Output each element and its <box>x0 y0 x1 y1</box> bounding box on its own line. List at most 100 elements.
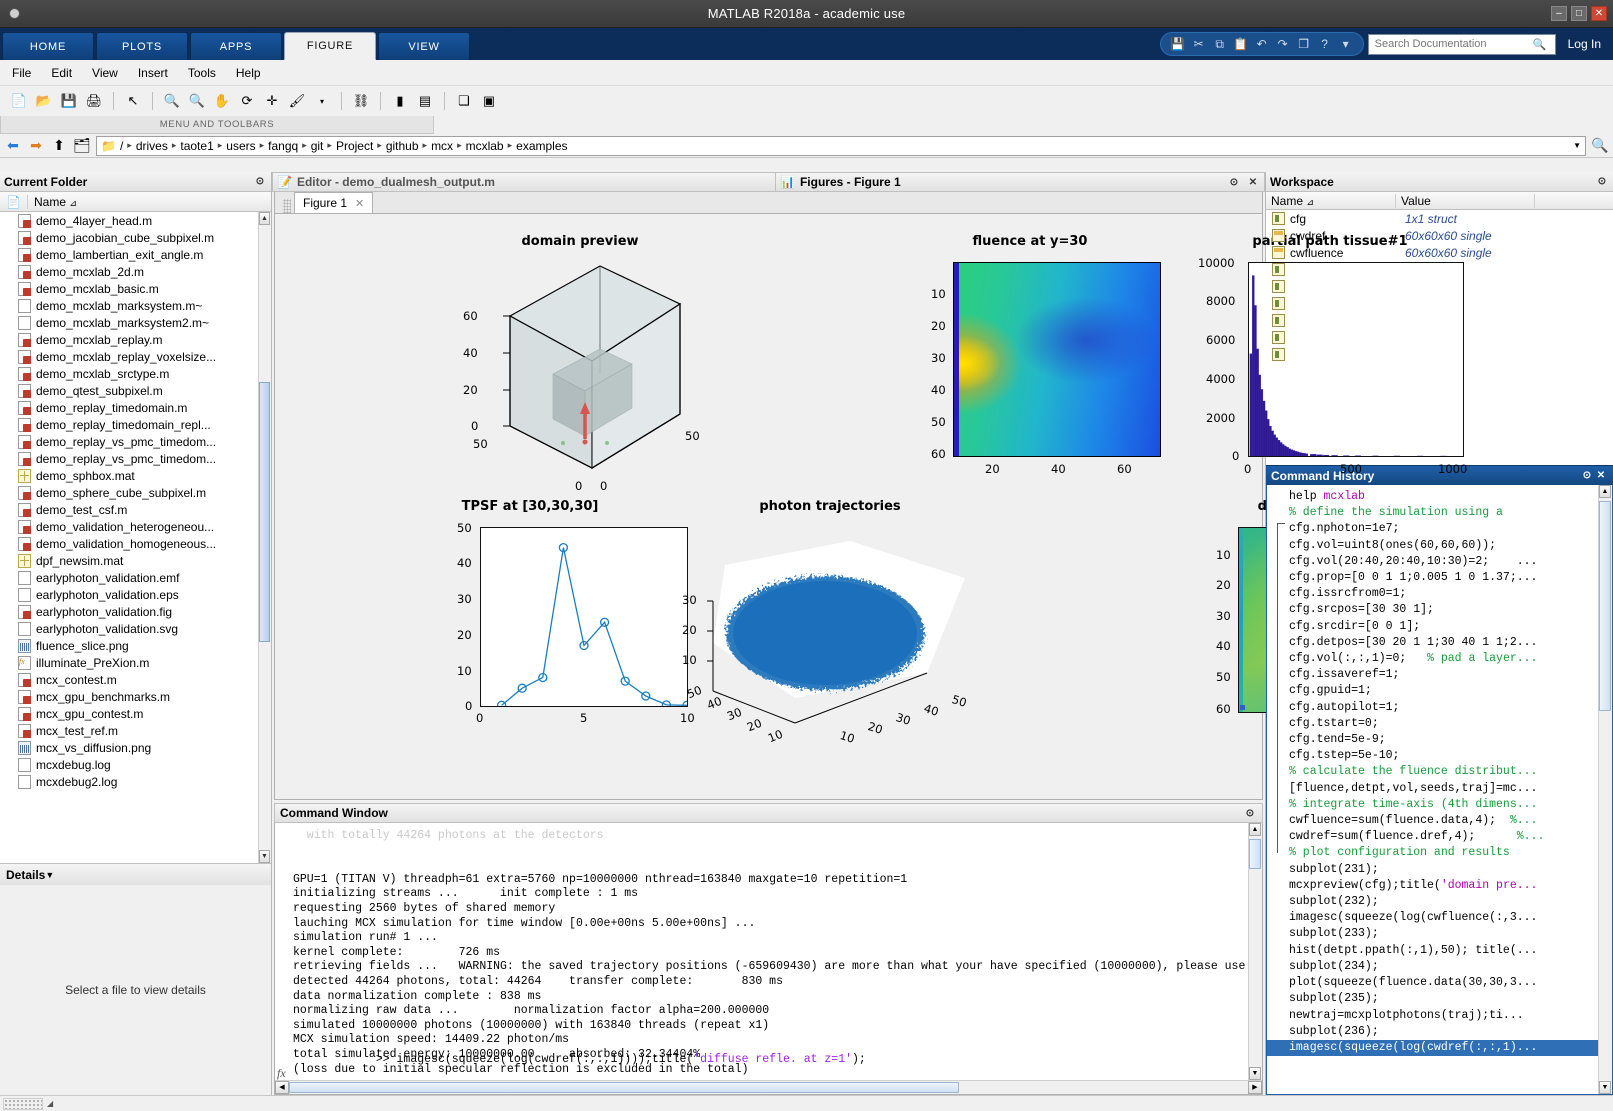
list-item[interactable]: demo_mcxlab_basic.m <box>0 280 271 297</box>
forward-arrow-icon[interactable]: ➡ <box>27 137 45 155</box>
list-item[interactable]: earlyphoton_validation.fig <box>0 603 271 620</box>
history-line[interactable]: cfg.tstart=0; <box>1289 716 1612 732</box>
history-line[interactable]: cfg.gpuid=1; <box>1289 683 1612 699</box>
breadcrumb-root[interactable]: / <box>120 139 123 153</box>
tab-apps[interactable]: APPS <box>190 32 282 60</box>
list-item[interactable]: demo_mcxlab_marksystem2.m~ <box>0 314 271 331</box>
history-line[interactable]: subplot(232); <box>1289 894 1612 910</box>
history-line[interactable]: [fluence,detpt,vol,seeds,traj]=mc... <box>1289 781 1612 797</box>
history-line[interactable]: hist(detpt.ppath(:,1),50); title(... <box>1289 943 1612 959</box>
collapse-icon[interactable]: ⊙ <box>1243 806 1257 820</box>
search-icon[interactable]: 🔍 <box>1533 38 1547 51</box>
breadcrumb-github[interactable]: github <box>386 139 419 153</box>
command-window-body[interactable]: with totally 44264 photons at the detect… <box>274 823 1263 1095</box>
chevron-down-icon[interactable]: ▼ <box>1573 141 1581 150</box>
tab-figure-1[interactable]: Figure 1 ✕ <box>294 192 374 213</box>
history-line[interactable]: subplot(236); <box>1289 1024 1612 1040</box>
close-icon[interactable]: ✕ <box>1594 469 1608 483</box>
collapse-icon[interactable]: ⊙ <box>253 175 267 189</box>
path-field[interactable]: 📁 / ▸ drives ▸ taote1 ▸ users ▸ fangq ▸ … <box>96 135 1586 156</box>
pointer-icon[interactable]: ↖ <box>122 90 144 112</box>
column-name[interactable]: Name <box>1271 194 1303 208</box>
history-line[interactable]: % integrate time-axis (4th dimens... <box>1289 797 1612 813</box>
menu-view[interactable]: View <box>92 66 118 80</box>
figures-title-bar[interactable]: 📊 Figures - Figure 1 ⊙ ✕ <box>775 172 1265 192</box>
history-line[interactable]: cfg.vol(:,:,1)=0; % pad a layer... <box>1289 651 1612 667</box>
legend-icon[interactable]: ▤ <box>414 90 436 112</box>
scrollbar-thumb[interactable] <box>289 1082 959 1093</box>
list-item[interactable]: demo_replay_vs_pmc_timedom... <box>0 433 271 450</box>
history-line[interactable]: cfg.vol=uint8(ones(60,60,60)); <box>1289 538 1612 554</box>
history-line[interactable]: % plot configuration and results <box>1289 845 1612 861</box>
history-line[interactable]: cfg.prop=[0 0 1 1;0.005 1 0 1.37;... <box>1289 570 1612 586</box>
scrollbar-thumb[interactable] <box>259 382 270 642</box>
scroll-up-icon[interactable]: ▲ <box>1249 823 1261 836</box>
close-icon[interactable]: ✕ <box>1246 175 1260 189</box>
collapse-icon[interactable]: ⊙ <box>1595 175 1609 189</box>
list-item[interactable]: illuminate_PreXion.m <box>0 654 271 671</box>
scrollbar-thumb[interactable] <box>1599 501 1611 711</box>
breadcrumb-mcx[interactable]: mcx <box>431 139 453 153</box>
save-icon[interactable]: 💾 <box>1169 35 1187 53</box>
scroll-right-icon[interactable]: ▶ <box>1248 1081 1262 1094</box>
zoom-in-icon[interactable]: 🔍 <box>161 90 183 112</box>
redo-icon[interactable]: ↷ <box>1274 35 1292 53</box>
list-item[interactable]: mcx_contest.m <box>0 671 271 688</box>
column-name[interactable]: Name <box>34 195 66 209</box>
menu-help[interactable]: Help <box>236 66 261 80</box>
colorbar-icon[interactable]: ▮ <box>389 90 411 112</box>
close-icon[interactable]: ✕ <box>355 197 364 210</box>
zoom-out-icon[interactable]: 🔍 <box>186 90 208 112</box>
editor-title-bar[interactable]: 📝 Editor - demo_dualmesh_output.m <box>272 172 775 192</box>
menu-edit[interactable]: Edit <box>51 66 72 80</box>
history-line[interactable]: cfg.nphoton=1e7; <box>1289 521 1612 537</box>
history-line[interactable]: mcxpreview(cfg);title('domain pre... <box>1289 878 1612 894</box>
column-value[interactable]: Value <box>1396 193 1535 208</box>
list-item[interactable]: demo_qtest_subpixel.m <box>0 382 271 399</box>
command-history-text[interactable]: help mcxlab% define the simulation using… <box>1267 485 1612 1057</box>
history-line[interactable]: cfg.tend=5e-9; <box>1289 732 1612 748</box>
history-line[interactable]: subplot(231); <box>1289 862 1612 878</box>
paste-icon[interactable]: 📋 <box>1232 35 1250 53</box>
details-title-bar[interactable]: Details ▼ <box>0 863 271 885</box>
list-item[interactable]: mcxdebug.log <box>0 756 271 773</box>
list-item[interactable]: demo_validation_homogeneous... <box>0 535 271 552</box>
list-item[interactable]: demo_mcxlab_marksystem.m~ <box>0 297 271 314</box>
search-input[interactable] <box>1372 37 1533 51</box>
history-line[interactable]: % calculate the fluence distribut... <box>1289 764 1612 780</box>
menu-insert[interactable]: Insert <box>138 66 168 80</box>
file-list-scrollbar[interactable]: ▲ ▼ <box>258 212 271 863</box>
history-line[interactable]: cfg.issrcfrom0=1; <box>1289 586 1612 602</box>
back-arrow-icon[interactable]: ⬅ <box>4 137 22 155</box>
history-line-selected[interactable]: imagesc(squeeze(log(cwdref(:,:,1)... <box>1267 1039 1612 1057</box>
breadcrumb-git[interactable]: git <box>311 139 324 153</box>
list-item[interactable]: demo_4layer_head.m <box>0 212 271 229</box>
history-line[interactable]: cfg.tstep=5e-10; <box>1289 748 1612 764</box>
history-line[interactable]: newtraj=mcxplotphotons(traj);ti... <box>1289 1008 1612 1024</box>
breadcrumb-examples[interactable]: examples <box>516 139 567 153</box>
list-item[interactable]: demo_lambertian_exit_angle.m <box>0 246 271 263</box>
maximize-button[interactable]: □ <box>1571 6 1587 21</box>
history-line[interactable]: subplot(233); <box>1289 926 1612 942</box>
search-icon[interactable]: 🔍 <box>1591 137 1609 155</box>
sort-ascending-icon[interactable]: ⊿ <box>1306 197 1314 207</box>
cut-icon[interactable]: ✂ <box>1190 35 1208 53</box>
search-documentation-field[interactable]: 🔍 <box>1367 33 1556 55</box>
sort-ascending-icon[interactable]: ⊿ <box>69 198 77 208</box>
breadcrumb-project[interactable]: Project <box>336 139 373 153</box>
history-line[interactable]: cfg.autopilot=1; <box>1289 700 1612 716</box>
file-list[interactable]: demo_4layer_head.m demo_jacobian_cube_sub… <box>0 212 271 863</box>
data-cursor-icon[interactable]: ✛ <box>261 90 283 112</box>
drag-gripper[interactable] <box>283 199 291 213</box>
list-item[interactable]: demo_sphbox.mat <box>0 467 271 484</box>
list-item[interactable]: earlyphoton_validation.eps <box>0 586 271 603</box>
history-line[interactable]: cfg.detpos=[30 20 1 1;30 40 1 1;2... <box>1289 635 1612 651</box>
list-item[interactable]: mcx_gpu_benchmarks.m <box>0 688 271 705</box>
tab-view[interactable]: VIEW <box>378 32 470 60</box>
collapse-icon[interactable]: ⊙ <box>1227 175 1241 189</box>
menu-tools[interactable]: Tools <box>188 66 216 80</box>
history-line[interactable]: help mcxlab <box>1289 489 1612 505</box>
list-item[interactable]: earlyphoton_validation.svg <box>0 620 271 637</box>
menu-file[interactable]: File <box>12 66 31 80</box>
browse-folder-icon[interactable]: 🗂 <box>73 137 91 155</box>
